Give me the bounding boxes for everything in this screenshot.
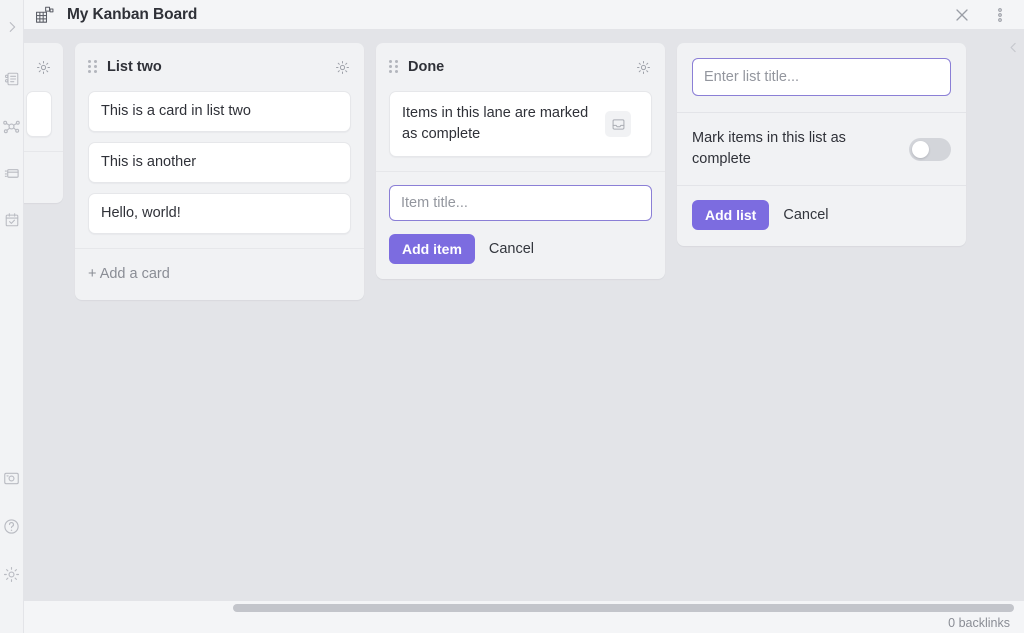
card[interactable]: Items in this lane are marked as complet… [389, 91, 652, 157]
left-icon-rail [0, 0, 24, 633]
list-cards [24, 91, 63, 137]
list-title: Done [408, 59, 445, 75]
add-card-button[interactable]: + Add a card [75, 248, 364, 300]
mark-complete-label: Mark items in this list as complete [692, 130, 846, 167]
archive-tray-icon [605, 111, 631, 137]
titlebar-actions [952, 5, 1010, 25]
list-cards: This is a card in list two This is anoth… [75, 91, 364, 234]
list-settings-gear-icon[interactable] [333, 58, 351, 76]
calendar-check-icon[interactable] [1, 209, 23, 231]
composer-actions: Add item Cancel [389, 234, 652, 264]
card-text: Items in this lane are marked as complet… [402, 105, 589, 142]
item-title-input[interactable] [389, 185, 652, 221]
close-icon[interactable] [952, 5, 972, 25]
list-title: List two [107, 59, 162, 75]
add-item-button[interactable]: Add item [389, 234, 475, 264]
cards-icon[interactable] [1, 162, 23, 184]
card-text: Hello, world! [101, 205, 181, 221]
add-list-actions: Add list Cancel [677, 185, 966, 246]
list-settings-gear-icon[interactable] [634, 58, 652, 76]
list-column-clipped[interactable] [24, 43, 63, 203]
kanban-app-window: My Kanban Board List two This is a card … [0, 0, 1024, 633]
add-list-title-row [677, 43, 966, 112]
horizontal-scrollbar[interactable] [24, 601, 1024, 615]
list-cards: Items in this lane are marked as complet… [376, 91, 665, 157]
add-list-panel: Mark items in this list as complete Add … [677, 43, 966, 246]
list-header: List two [75, 43, 364, 91]
drag-handle-icon[interactable] [88, 60, 98, 74]
add-item-composer: Add item Cancel [376, 171, 665, 279]
card-text: This is another [101, 154, 197, 170]
more-options-icon[interactable] [990, 5, 1010, 25]
page-title: My Kanban Board [67, 5, 198, 23]
status-bar: 0 backlinks [0, 615, 1024, 633]
notes-icon[interactable] [1, 68, 23, 90]
toggle-knob [912, 140, 929, 158]
cancel-add-item-button[interactable]: Cancel [489, 241, 534, 257]
list-footer[interactable] [24, 151, 63, 203]
card[interactable]: This is another [88, 142, 351, 183]
window-titlebar: My Kanban Board [24, 0, 1024, 29]
card[interactable]: Hello, world! [88, 193, 351, 234]
card[interactable] [26, 91, 52, 137]
collapse-right-panel-chevron-left-icon[interactable] [1004, 38, 1022, 56]
mark-complete-toggle[interactable] [909, 137, 951, 161]
help-icon[interactable] [1, 515, 23, 537]
list-title-input[interactable] [692, 58, 951, 96]
drag-handle-icon[interactable] [389, 60, 399, 74]
list-settings-gear-icon[interactable] [36, 58, 51, 76]
card-text: This is a card in list two [101, 103, 251, 119]
card[interactable]: This is a card in list two [88, 91, 351, 132]
board-columns: List two This is a card in list two This… [24, 43, 1024, 609]
add-list-button[interactable]: Add list [692, 200, 770, 230]
board-scroll-area[interactable]: List two This is a card in list two This… [24, 29, 1024, 633]
kanban-grid-icon [33, 4, 55, 26]
cancel-add-list-button[interactable]: Cancel [783, 207, 828, 223]
horizontal-scrollbar-thumb[interactable] [233, 604, 1014, 612]
add-card-label [26, 169, 30, 185]
add-card-label: + Add a card [88, 266, 170, 282]
screenshot-icon[interactable] [1, 467, 23, 489]
list-column-done[interactable]: Done Items in this lane are marked as co… [376, 43, 665, 279]
list-column-list-two[interactable]: List two This is a card in list two This… [75, 43, 364, 300]
list-header [24, 43, 63, 91]
graph-icon[interactable] [1, 115, 23, 137]
backlinks-count[interactable]: 0 backlinks [948, 616, 1010, 630]
mark-complete-row: Mark items in this list as complete [677, 112, 966, 185]
expand-sidebar-chevron-right-icon[interactable] [1, 16, 23, 38]
settings-gear-icon[interactable] [1, 563, 23, 585]
list-header: Done [376, 43, 665, 91]
board-top-strip [24, 29, 1024, 43]
